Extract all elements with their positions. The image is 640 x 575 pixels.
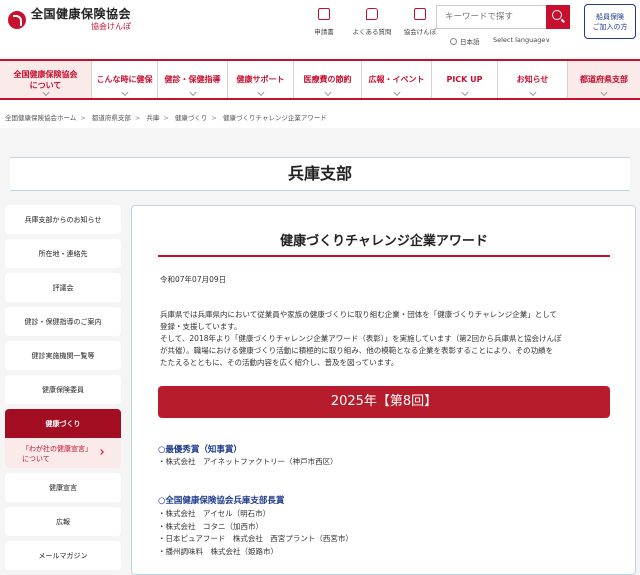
nav-item-about[interactable]: 全国健康保険協会 について: [0, 61, 92, 98]
nav-item-checkups[interactable]: 健診・保健指導: [158, 61, 228, 98]
breadcrumb-home[interactable]: 全国健康保険協会ホーム: [5, 114, 76, 122]
award-heading-branch-prize: ○全国健康保険協会兵庫支部長賞: [158, 496, 285, 506]
award-heading-grand-prize: ○最優秀賞（知事賞）: [158, 445, 242, 455]
sidebar-item-health-committee[interactable]: 健康保険委員: [5, 375, 121, 404]
site-search: [436, 5, 570, 29]
chevron-down-icon: [256, 88, 265, 97]
question-bubble-icon: [366, 8, 378, 20]
sidebar-item-checkup-guide[interactable]: 健診・保健指導のご案内: [5, 307, 121, 336]
building-icon: [414, 8, 426, 20]
util-link-forms[interactable]: 申請書: [300, 8, 348, 36]
list-item: ・株式会社 アイネットファクトリー（神戸市西区）: [158, 457, 338, 466]
search-button[interactable]: [546, 5, 570, 29]
search-input[interactable]: [436, 5, 546, 29]
chevron-down-icon: [528, 88, 537, 97]
sidebar-subitem-health-declaration[interactable]: 「わが社の健康宣言」 について: [5, 438, 121, 468]
list-item: ・株式会社 アイセル（明石市）: [158, 509, 271, 518]
sidebar-item-health-promotion[interactable]: 健康づくり: [5, 409, 121, 438]
breadcrumb-prefectures[interactable]: 都道府県支部: [92, 114, 131, 122]
utility-links: 申請書 よくある質問 協会けんぽ: [300, 8, 444, 36]
list-item: ・日本ピュアフード 株式会社 西宮プラント（西宮市）: [158, 534, 353, 543]
nav-item-news[interactable]: お知らせ: [498, 61, 568, 98]
breadcrumb: 全国健康保険協会ホーム > 都道府県支部 > 兵庫 > 健康づくり > 健康づくりチャレ…: [5, 114, 327, 122]
sidebar-item-pr[interactable]: 広報: [5, 507, 121, 536]
chevron-down-icon: [41, 88, 50, 97]
language-current[interactable]: 日本語: [450, 36, 480, 46]
breadcrumb-hyogo[interactable]: 兵庫: [146, 114, 159, 122]
article-paragraph-2: そして、2018年より「健康づくりチャレンジ企業アワード（表彰）」を実施していま…: [160, 334, 562, 367]
logo-mark-icon: [8, 10, 26, 29]
award-list-grand-prize: ・株式会社 アイネットファクトリー（神戸市西区）: [158, 456, 338, 469]
sidebar-item-checkup-facilities[interactable]: 健診実施機関一覧等: [5, 341, 121, 370]
breadcrumb-current: 健康づくりチャレンジ企業アワード: [222, 114, 327, 122]
nav-item-health-support[interactable]: 健康サポート: [228, 61, 294, 98]
globe-icon: [450, 37, 457, 45]
article-paragraph-1: 兵庫県では兵庫県内において従業員や家族の健康づくりに取り組む企業・団体を「健康づ…: [160, 310, 557, 331]
sidebar-item-mail-magazine[interactable]: メールマガジン: [5, 541, 121, 570]
chevron-down-icon: [600, 88, 608, 97]
chevron-down-icon: [323, 88, 332, 97]
global-nav: 全国健康保険協会 について こんな時に健保 健診・保健指導 健康サポート 医療費の…: [0, 59, 640, 100]
ship-insurance-button[interactable]: 船員保険 ご加入の方: [584, 4, 636, 39]
site-header: 全国健康保険協会 協会けんぽ 申請書 よくある質問 協会けんぽ 日本語 Sele…: [0, 0, 640, 58]
nav-item-prefectures[interactable]: 都道府県支部: [568, 61, 640, 98]
logo-title: 全国健康保険協会: [31, 7, 132, 21]
chevron-down-icon: [188, 88, 197, 97]
sidebar-nav: 兵庫支部からのお知らせ 所在地・連絡先 評議会 健診・保健指導のご案内 健診実施…: [5, 205, 121, 575]
util-link-faq[interactable]: よくある質問: [348, 8, 396, 36]
logo-subtitle: 協会けんぽ: [91, 22, 131, 31]
article-title: 健康づくりチャレンジ企業アワード: [158, 230, 610, 257]
year-banner: 2025年【第8回】: [158, 386, 610, 418]
chevron-down-icon: [460, 88, 469, 97]
list-item: ・播州調味料 株式会社（姫路市）: [158, 546, 278, 556]
sidebar-item-declaration[interactable]: 健康宣言: [5, 473, 121, 502]
award-list-branch-prize: ・株式会社 アイセル（明石市） ・株式会社 コタニ（加西市） ・日本ピュアフード…: [158, 508, 353, 558]
sidebar-item-council[interactable]: 評議会: [5, 273, 121, 302]
chevron-down-icon: [120, 88, 129, 97]
sidebar-item-notices[interactable]: 兵庫支部からのお知らせ: [5, 205, 121, 234]
nav-item-medical-savings[interactable]: 医療費の節約: [294, 61, 362, 98]
document-icon: [318, 8, 330, 20]
page-title: 兵庫支部: [10, 157, 630, 191]
site-logo[interactable]: 全国健康保険協会 協会けんぽ: [8, 8, 131, 31]
chevron-down-icon: [392, 88, 401, 97]
select-language[interactable]: Select language∨: [493, 36, 550, 44]
breadcrumb-health[interactable]: 健康づくり: [175, 114, 208, 122]
list-item: ・株式会社 コタニ（加西市）: [158, 521, 263, 531]
article-date: 令和07年07月09日: [160, 275, 227, 284]
nav-item-pickup[interactable]: PICK UP: [432, 61, 498, 98]
nav-item-situations[interactable]: こんな時に健保: [92, 61, 158, 98]
main-content: 健康づくりチャレンジ企業アワード 令和07年07月09日 兵庫県では兵庫県内にお…: [131, 205, 636, 575]
sidebar-item-location[interactable]: 所在地・連絡先: [5, 239, 121, 268]
nav-item-pr-events[interactable]: 広報・イベント: [362, 61, 432, 98]
